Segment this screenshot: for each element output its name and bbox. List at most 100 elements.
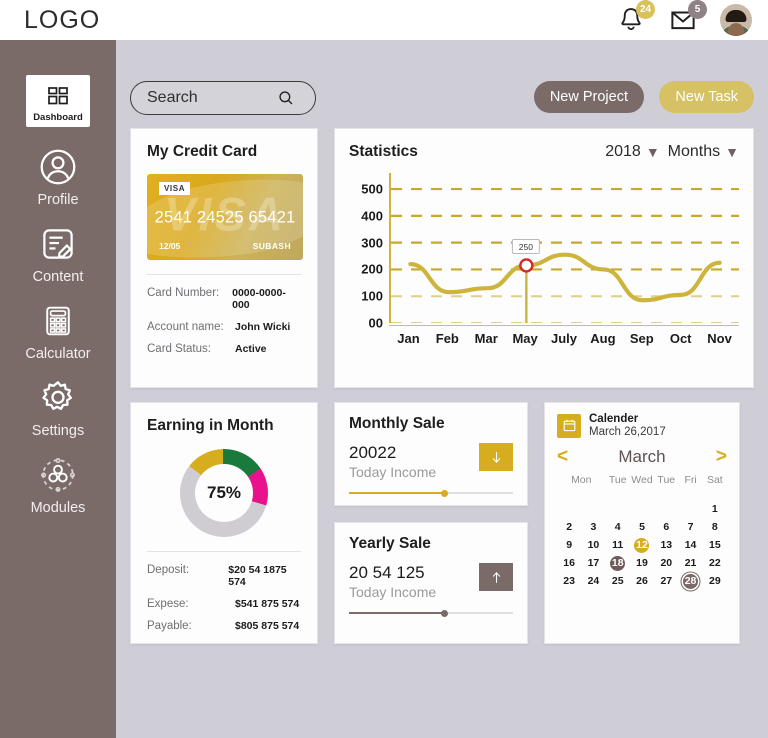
year-select[interactable]: 2018 ▼	[605, 143, 659, 161]
y-tick-label: 00	[368, 315, 383, 331]
search-icon[interactable]	[277, 89, 295, 107]
y-tick-label: 500	[361, 181, 383, 197]
calendar-header: Calender March 26,2017	[557, 413, 727, 438]
calendar-day[interactable]: 7	[678, 518, 702, 536]
sidebar-item-content[interactable]: Content	[0, 222, 116, 285]
sidebar-item-settings[interactable]: Settings	[0, 376, 116, 439]
calendar-day-highlight: 12	[634, 537, 650, 553]
calendar-day-empty	[606, 500, 630, 518]
calendar-days-grid: 1 2 3 4 5 6 7 8 9 10 11 12 13 14 15 16 17 18 19 20 21 22 23 24 2…	[557, 500, 727, 590]
calendar-day-empty	[557, 500, 581, 518]
calendar-day[interactable]: 4	[606, 518, 630, 536]
card-detail-row: Account name: John Wicki	[147, 321, 301, 333]
yearly-sale-progress[interactable]	[349, 609, 513, 617]
x-tick-label: Sep	[629, 331, 654, 346]
calendar-day[interactable]: 13	[654, 536, 678, 554]
calendar-day[interactable]: 16	[557, 554, 581, 572]
top-bar: LOGO 24 5	[0, 0, 768, 40]
credit-card-panel: My Credit Card VISA VISA 2541 24525 6542…	[130, 128, 318, 388]
monthly-sale-row: 20022 Today Income	[349, 443, 513, 480]
monthly-sale-button[interactable]	[479, 443, 513, 471]
calendar-day[interactable]: 22	[703, 554, 727, 572]
x-tick-label: Oct	[669, 331, 692, 346]
sidebar-item-label: Calculator	[25, 346, 91, 362]
detail-value: 0000-0000-000	[232, 287, 286, 311]
card-detail-row: Card Status: Active	[147, 343, 301, 355]
calendar-day[interactable]: 8	[703, 518, 727, 536]
modules-icon	[35, 453, 81, 497]
donut-chart: 75%	[180, 449, 268, 537]
calendar-day[interactable]: 15	[703, 536, 727, 554]
monthly-sale-panel: Monthly Sale 20022 Today Income	[334, 402, 528, 506]
calendar-day-highlight: 18	[610, 555, 626, 571]
new-task-button[interactable]: New Task	[659, 81, 754, 113]
calendar-day[interactable]: 6	[654, 518, 678, 536]
progress-knob[interactable]	[440, 609, 448, 617]
notifications-button[interactable]: 24	[616, 0, 655, 35]
earning-label: Deposit:	[147, 564, 190, 576]
monthly-sale-text: 20022 Today Income	[349, 443, 436, 480]
y-tick-label: 300	[361, 235, 383, 251]
calendar-day[interactable]: 20	[654, 554, 678, 572]
search-box[interactable]	[130, 81, 316, 115]
detail-label: Card Status:	[147, 343, 211, 355]
x-tick-label: Mar	[474, 331, 498, 346]
detail-value: Active	[235, 343, 267, 355]
x-tick-label: Aug	[590, 331, 616, 346]
calendar-day[interactable]: 11	[606, 536, 630, 554]
calendar-day[interactable]: 24	[581, 572, 605, 590]
period-select-value: Months	[667, 143, 721, 160]
avatar-face	[727, 22, 745, 36]
calendar-day[interactable]: 25	[606, 572, 630, 590]
progress-fill	[349, 612, 445, 614]
new-project-button[interactable]: New Project	[533, 81, 644, 113]
calendar-day[interactable]: 17	[581, 554, 605, 572]
detail-label: Account name:	[147, 321, 224, 333]
avatar[interactable]	[720, 4, 752, 36]
calendar-day[interactable]: 21	[678, 554, 702, 572]
progress-knob[interactable]	[440, 489, 448, 497]
y-tick-label: 100	[361, 288, 383, 304]
calendar-day[interactable]: 28	[678, 572, 702, 590]
calendar-day[interactable]: 14	[678, 536, 702, 554]
calendar-day[interactable]: 2	[557, 518, 581, 536]
calendar-next-button[interactable]: >	[707, 446, 727, 468]
sidebar-item-dashboard[interactable]: Dashboard	[26, 75, 90, 127]
monthly-sale-subtitle: Today Income	[349, 464, 437, 480]
x-tick-label: Nov	[707, 331, 732, 346]
calendar-day[interactable]: 5	[630, 518, 654, 536]
calendar-panel: Calender March 26,2017 < March > Mon Tue W…	[544, 402, 740, 644]
panel-title: My Credit Card	[147, 143, 258, 160]
yearly-sale-button[interactable]	[479, 563, 513, 591]
calendar-day[interactable]: 10	[581, 536, 605, 554]
calendar-day[interactable]: 23	[557, 572, 581, 590]
period-select[interactable]: Months ▼	[668, 143, 739, 161]
calendar-day[interactable]: 3	[581, 518, 605, 536]
calendar-day[interactable]: 18	[606, 554, 630, 572]
chevron-down-icon: ▼	[645, 144, 660, 160]
arrow-up-icon	[492, 571, 500, 583]
progress-fill	[349, 492, 445, 494]
search-input[interactable]	[147, 89, 277, 107]
calendar-day[interactable]: 19	[630, 554, 654, 572]
donut-center-value: 75%	[195, 464, 253, 522]
sidebar-item-profile[interactable]: Profile	[0, 145, 116, 208]
visa-card-graphic[interactable]: VISA VISA 2541 24525 65421 12/05 SUBASH	[147, 174, 303, 260]
y-tick-label: 400	[361, 208, 383, 224]
sidebar-item-modules[interactable]: Modules	[0, 453, 116, 516]
calendar-prev-button[interactable]: <	[557, 446, 577, 468]
calendar-day[interactable]: 27	[654, 572, 678, 590]
monthly-sale-progress[interactable]	[349, 489, 513, 497]
statistics-filters: 2018 ▼ Months ▼	[605, 143, 739, 161]
calendar-day[interactable]: 1	[703, 500, 727, 518]
calendar-day[interactable]: 12	[630, 536, 654, 554]
sidebar-item-calculator[interactable]: Calculator	[0, 299, 116, 362]
messages-button[interactable]: 5	[668, 0, 707, 35]
calendar-day[interactable]: 29	[703, 572, 727, 590]
document-edit-icon	[35, 222, 81, 266]
divider	[147, 551, 301, 552]
calendar-dow-label: Fri	[684, 474, 697, 486]
calendar-day[interactable]: 26	[630, 572, 654, 590]
sidebar-item-label: Settings	[31, 423, 85, 439]
calendar-day[interactable]: 9	[557, 536, 581, 554]
